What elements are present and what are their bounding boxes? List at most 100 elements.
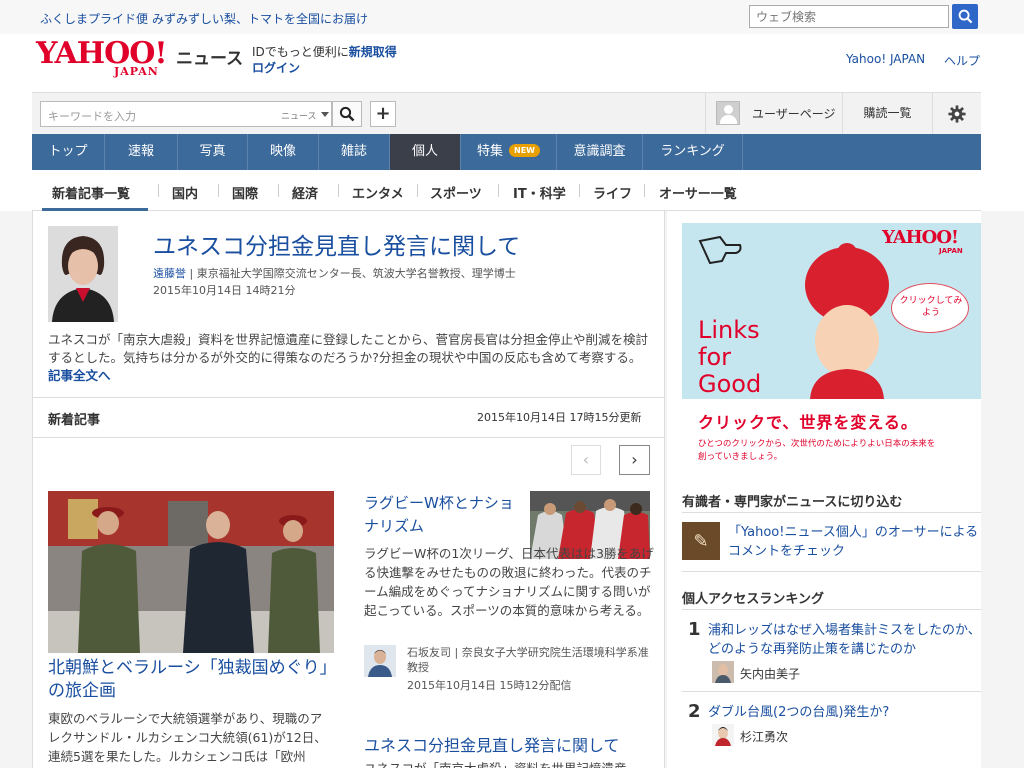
- subnav-entertainment[interactable]: エンタメ: [352, 183, 404, 202]
- article-author-link[interactable]: 石坂友司: [407, 646, 451, 659]
- search-scope-select[interactable]: ニュース: [281, 109, 317, 122]
- tab-photos[interactable]: 写真: [178, 134, 248, 170]
- feature-summary-text: ユネスコが「南京大虐殺」資料を世界記憶遺産に登録したことから、菅官房長官は分担金…: [48, 332, 649, 365]
- user-page-button[interactable]: ユーザーページ: [705, 93, 842, 135]
- latest-articles-heading: 新着記事: [48, 413, 101, 428]
- feature-summary: ユネスコが「南京大虐殺」資料を世界記憶遺産に登録したことから、菅官房長官は分担金…: [48, 331, 653, 385]
- add-keyword-button[interactable]: +: [370, 101, 396, 127]
- author-avatar-rugby[interactable]: [364, 645, 396, 677]
- subnav-divider: [644, 184, 645, 197]
- subnav-author-list[interactable]: オーサー一覧: [659, 183, 737, 202]
- ad-yahoo-logo-sub: JAPAN: [939, 247, 963, 255]
- feature-date: 2015年10月14日 14時21分: [153, 284, 296, 297]
- subnav-divider: [417, 184, 418, 197]
- web-search-input[interactable]: [749, 5, 949, 28]
- yahoo-japan-link[interactable]: Yahoo! JAPAN: [846, 52, 925, 66]
- news-photo-image: [48, 491, 334, 653]
- register-link[interactable]: 新規取得: [349, 45, 397, 59]
- article-author-rugby: 石坂友司 | 奈良女子大学研究院生活環境科学系准教授: [407, 646, 649, 674]
- subnav-economy[interactable]: 経済: [292, 183, 318, 202]
- tab-label: ランキング: [660, 144, 725, 159]
- ad-small-print: ひとつのクリックから、次世代のためによりよい日本の未来を創っていきましょう。: [698, 439, 936, 462]
- logo-japan: JAPAN: [114, 65, 159, 78]
- user-page-label: ユーザーページ: [752, 107, 836, 121]
- article-photo-belarus[interactable]: [48, 491, 334, 653]
- new-badge: NEW: [509, 144, 540, 157]
- ranking-item-title[interactable]: 浦和レッズはなぜ入場者集計ミスをしたのか、どのような再発防止策を講じたのか: [708, 621, 981, 659]
- feature-author-line: 遠藤誉 | 東京福祉大学国際交流センター長、筑波大学名誉教授、理学博士: [153, 267, 516, 280]
- subnav-international[interactable]: 国際: [232, 183, 258, 202]
- author-portrait-image: [712, 661, 734, 683]
- ad-tagline: クリックで、世界を変える。: [698, 413, 918, 432]
- sidebar-divider: [682, 571, 981, 572]
- quill-icon: ✎: [682, 522, 720, 560]
- subnav-latest-list[interactable]: 新着記事一覧: [52, 183, 130, 202]
- sidebar-divider: [682, 512, 981, 513]
- chevron-left-icon: ‹: [582, 450, 590, 469]
- carousel-next-button[interactable]: ›: [619, 445, 650, 475]
- help-link[interactable]: ヘルプ: [944, 52, 980, 69]
- login-link[interactable]: ログイン: [252, 59, 300, 76]
- tab-label: 特集: [477, 144, 504, 159]
- feature-author-link[interactable]: 遠藤誉: [153, 267, 186, 280]
- section-divider: [33, 397, 664, 398]
- keyword-search-input[interactable]: キーワードを入力 ニュース: [40, 101, 332, 127]
- news-search-bar: キーワードを入力 ニュース + ユーザーページ 購読一覧: [32, 92, 981, 135]
- article-summary-unesco: ユネスコが「南京大虐殺」資料を世界記憶遺産: [364, 759, 654, 768]
- feature-title-link[interactable]: ユネスコ分担金見直し発言に関して: [153, 227, 520, 261]
- tab-label: 意識調査: [573, 144, 626, 159]
- tab-breaking[interactable]: 速報: [105, 134, 178, 170]
- tab-top[interactable]: トップ: [32, 134, 105, 170]
- ranking-author-name[interactable]: 杉江勇次: [740, 728, 788, 745]
- global-nav: トップ 速報 写真 映像 雑誌 個人 特集 NEW 意識調査 ランキング: [32, 134, 981, 170]
- tab-video[interactable]: 映像: [248, 134, 319, 170]
- subnav-divider: [498, 184, 499, 197]
- experts-link[interactable]: 「Yahoo!ニュース個人」のオーサーによるコメントをチェック: [728, 523, 981, 561]
- ad-bubble-text: クリックしてみよう: [899, 296, 963, 318]
- ranking-heading: 個人アクセスランキング: [682, 592, 824, 607]
- tab-features[interactable]: 特集 NEW: [461, 134, 557, 170]
- chevron-down-icon: [321, 112, 329, 117]
- ad-yahoo-logo: YAHOO!: [882, 227, 959, 248]
- promo-link-pear-tomato[interactable]: みずみずしい梨、トマトを全国にお届け: [152, 10, 368, 27]
- search-icon: [339, 106, 355, 122]
- subnav-sports[interactable]: スポーツ: [430, 183, 482, 202]
- article-title-rugby[interactable]: ラグビーW杯とナショナリズム: [364, 492, 514, 538]
- tab-survey[interactable]: 意識調査: [557, 134, 643, 170]
- links-for-good-ad[interactable]: YAHOO! JAPAN クリックしてみよう Links for Good クリ…: [682, 223, 981, 472]
- chevron-right-icon: ›: [631, 450, 638, 469]
- promo-link-fukushima[interactable]: ふくしまプライド便: [40, 10, 148, 27]
- tab-magazines[interactable]: 雑誌: [319, 134, 390, 170]
- carousel-prev-button[interactable]: ‹: [571, 445, 601, 475]
- subnav-divider: [158, 184, 159, 197]
- yahoo-news-logo[interactable]: YAHOO! JAPAN: [36, 38, 176, 80]
- subnav-divider: [579, 184, 580, 197]
- ranking-number: 1: [688, 619, 701, 640]
- experts-heading: 有識者・専門家がニュースに切り込む: [682, 495, 903, 510]
- web-search-button[interactable]: [952, 4, 978, 29]
- article-title-belarus[interactable]: 北朝鮮とベラルーシ「独裁国めぐり」の旅企画: [48, 657, 338, 703]
- subnav-it-science[interactable]: IT・科学: [513, 183, 566, 202]
- subnav-life[interactable]: ライフ: [593, 183, 632, 202]
- feature-author-photo[interactable]: [48, 226, 118, 322]
- keyword-search-button[interactable]: [332, 101, 362, 127]
- article-title-unesco[interactable]: ユネスコ分担金見直し発言に関して: [364, 732, 620, 756]
- read-full-article-link[interactable]: 記事全文へ: [48, 368, 111, 383]
- author-portrait-image: [48, 226, 118, 322]
- tab-label: トップ: [48, 144, 88, 159]
- subnav-domestic[interactable]: 国内: [172, 183, 198, 202]
- subnav-divider: [338, 184, 339, 197]
- tab-ranking[interactable]: ランキング: [643, 134, 743, 170]
- id-promo-text: IDでもっと便利に新規取得: [252, 43, 397, 60]
- tab-individual[interactable]: 個人: [390, 134, 461, 170]
- feature-author-title: 東京福祉大学国際交流センター長、筑波大学名誉教授、理学博士: [196, 267, 516, 280]
- latest-updated-time: 2015年10月14日 17時15分更新: [477, 411, 642, 424]
- search-icon: [958, 9, 972, 24]
- tab-label: 個人: [411, 144, 438, 159]
- sidebar-divider: [682, 609, 981, 610]
- ranking-author-name[interactable]: 矢内由美子: [740, 665, 800, 682]
- category-subnav: 新着記事一覧 国内 国際 経済 エンタメ スポーツ IT・科学 ライフ オーサー…: [32, 170, 981, 211]
- ranking-item-title[interactable]: ダブル台風(2つの台風)発生か?: [708, 703, 981, 722]
- settings-button[interactable]: [932, 93, 981, 135]
- subscriptions-button[interactable]: 購読一覧: [842, 93, 932, 135]
